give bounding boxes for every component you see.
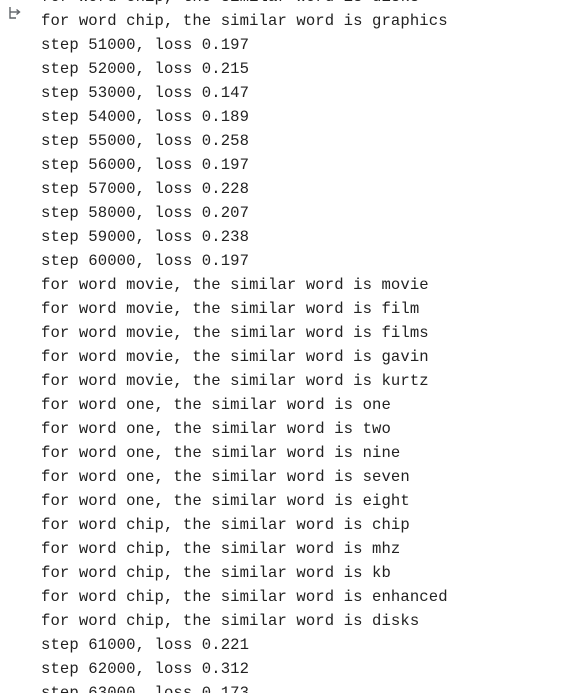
- output-line: for word one, the similar word is two: [41, 420, 391, 438]
- output-line: step 51000, loss 0.197: [41, 36, 250, 54]
- output-line: step 54000, loss 0.189: [41, 108, 250, 126]
- output-line: step 60000, loss 0.197: [41, 252, 250, 270]
- output-line: for word movie, the similar word is film…: [41, 324, 429, 342]
- output-line: for word movie, the similar word is kurt…: [41, 372, 429, 390]
- output-line: for word movie, the similar word is movi…: [41, 276, 429, 294]
- output-line: for word chip, the similar word is disks: [41, 612, 420, 630]
- output-line: step 52000, loss 0.215: [41, 60, 250, 78]
- output-line: for word one, the similar word is one: [41, 396, 391, 414]
- output-line: for word chip, the similar word is kb: [41, 564, 391, 582]
- output-line: for word one, the similar word is eight: [41, 492, 410, 510]
- output-line: step 53000, loss 0.147: [41, 84, 250, 102]
- output-line: step 59000, loss 0.238: [41, 228, 250, 246]
- output-line: for word chip, the similar word is enhan…: [41, 588, 448, 606]
- output-line: for word chip, the similar word is chip: [41, 516, 410, 534]
- output-redirect-icon[interactable]: [7, 5, 23, 21]
- output-line: step 56000, loss 0.197: [41, 156, 250, 174]
- output-line: step 62000, loss 0.312: [41, 660, 250, 678]
- output-line: step 58000, loss 0.207: [41, 204, 250, 222]
- output-line: for word one, the similar word is seven: [41, 468, 410, 486]
- output-line: step 61000, loss 0.221: [41, 636, 250, 654]
- output-line: for word chip, the similar word is disks: [41, 0, 448, 9]
- output-line: step 57000, loss 0.228: [41, 180, 250, 198]
- output-line: for word movie, the similar word is film: [41, 300, 420, 318]
- output-line: for word movie, the similar word is gavi…: [41, 348, 429, 366]
- output-line: step 63000, loss 0.173: [41, 684, 250, 693]
- output-line: for word chip, the similar word is graph…: [41, 12, 448, 30]
- output-line: step 55000, loss 0.258: [41, 132, 250, 150]
- output-line: for word chip, the similar word is mhz: [41, 540, 401, 558]
- cell-output-area: for word chip, the similar word is disks…: [0, 0, 574, 693]
- output-line: for word one, the similar word is nine: [41, 444, 401, 462]
- output-text-stream: for word chip, the similar word is disks…: [41, 0, 448, 693]
